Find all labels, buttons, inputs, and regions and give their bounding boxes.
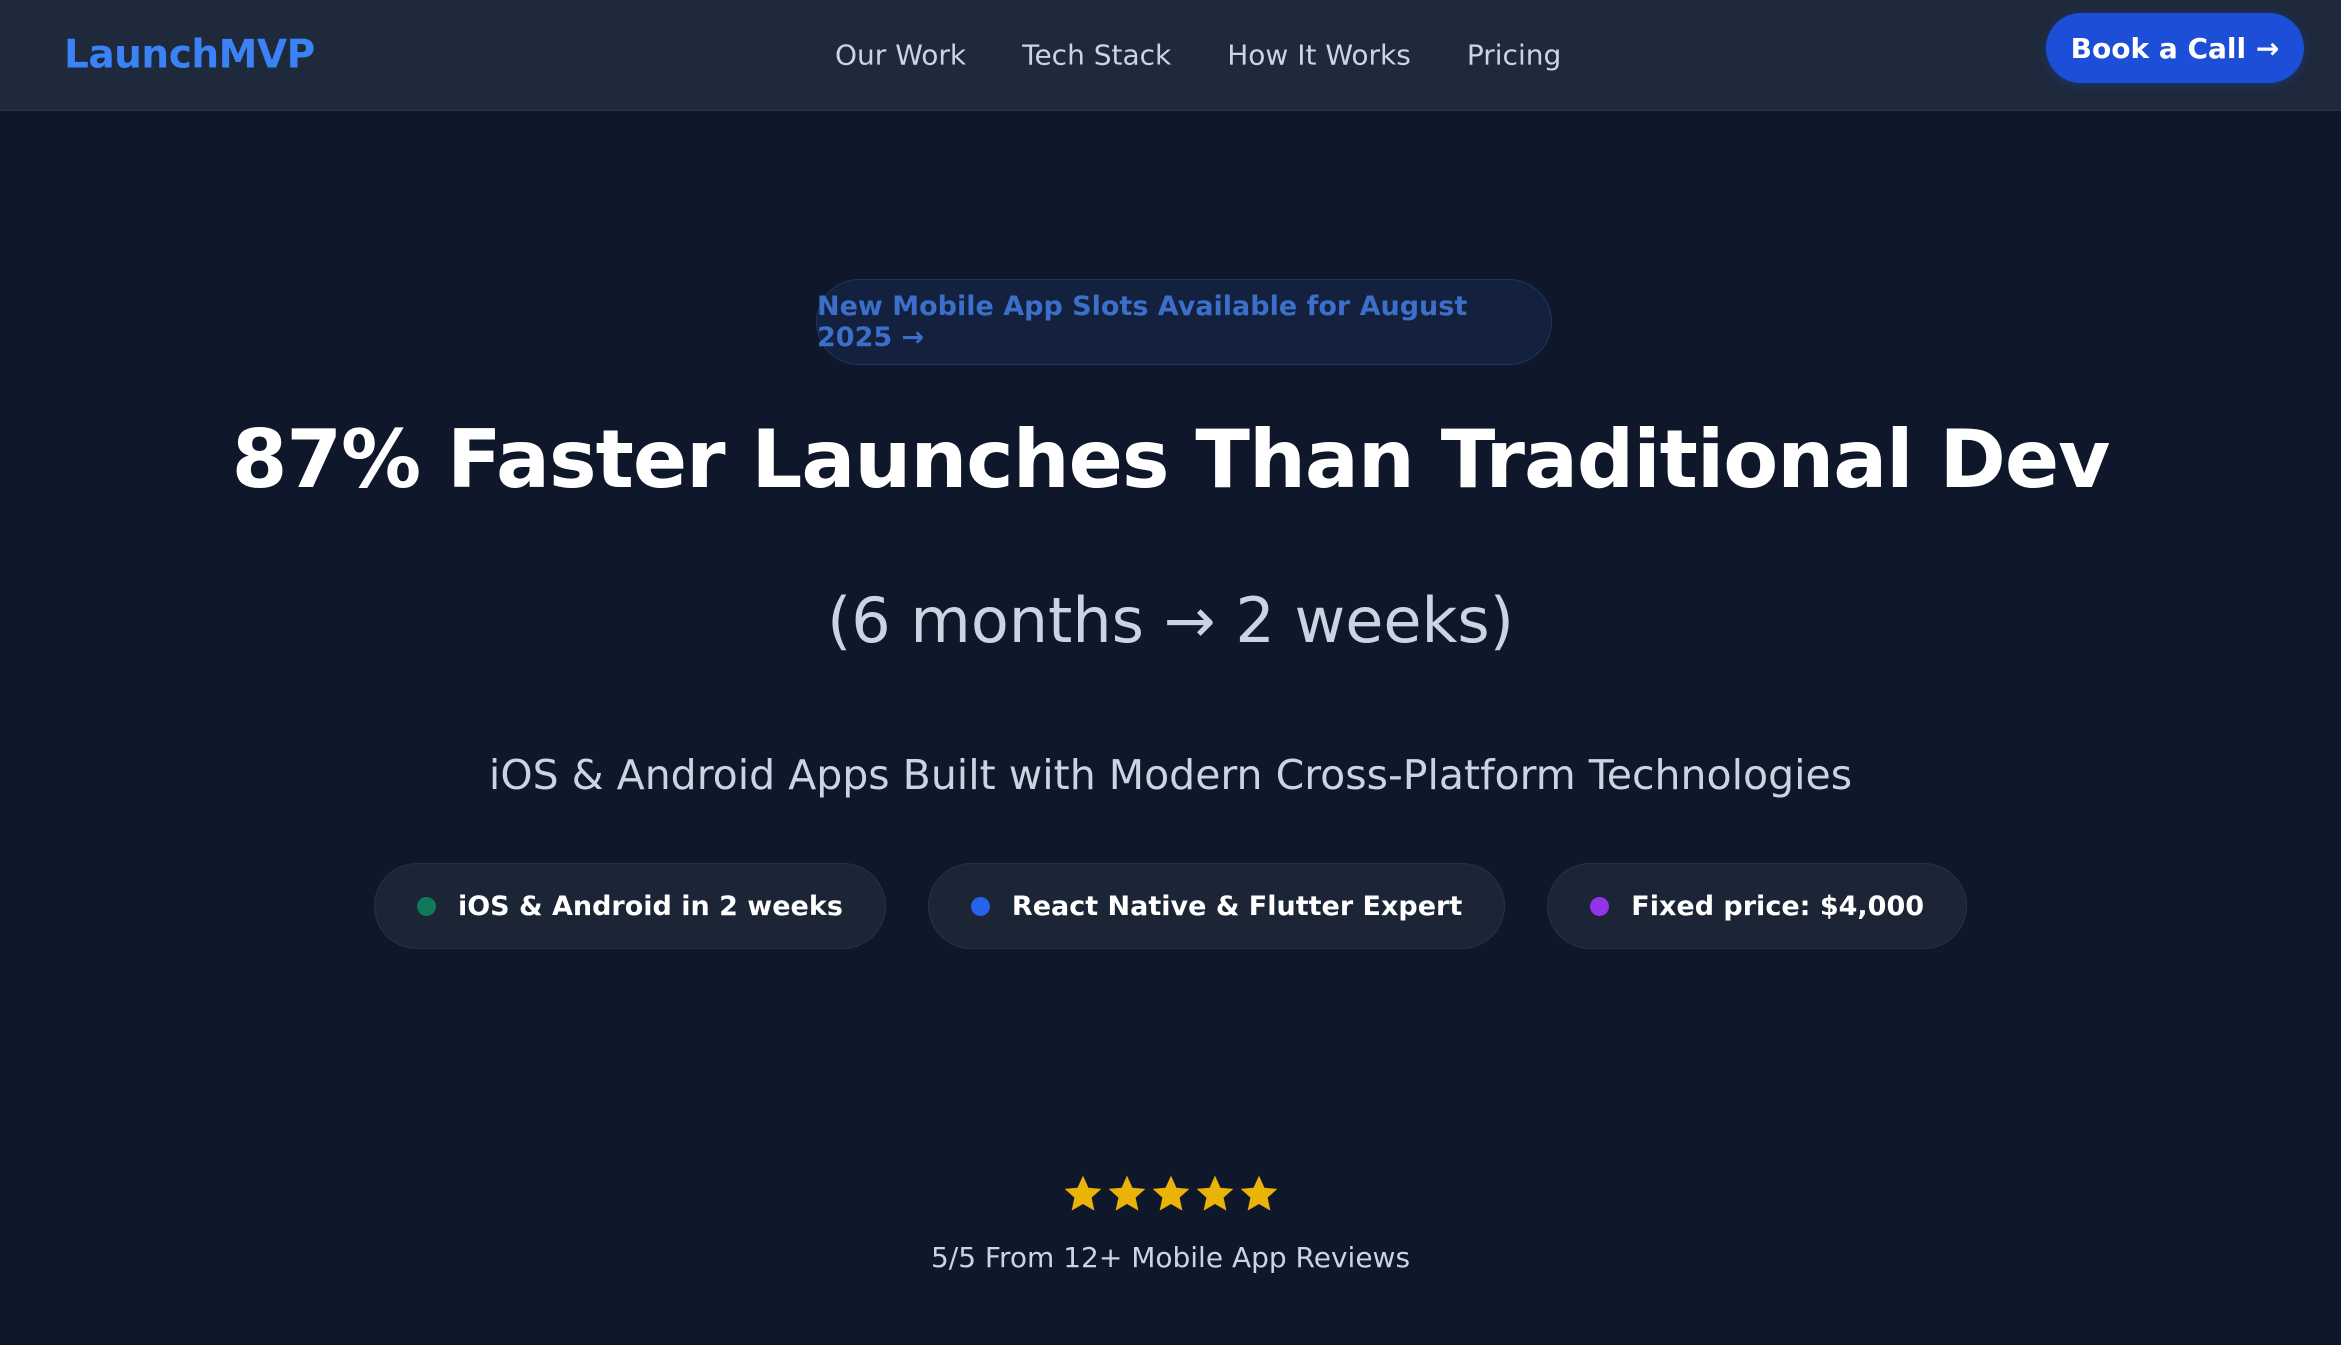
blue-dot-icon — [970, 896, 990, 916]
rating-text: 5/5 From 12+ Mobile App Reviews — [930, 1241, 1411, 1274]
feature-pill-timeline: iOS & Android in 2 weeks — [373, 863, 886, 949]
feature-pill-expertise: React Native & Flutter Expert — [927, 863, 1506, 949]
feature-pills: iOS & Android in 2 weeks React Native & … — [0, 863, 2341, 949]
feature-pill-label: iOS & Android in 2 weeks — [457, 890, 843, 922]
book-a-call-button[interactable]: Book a Call → — [2046, 13, 2304, 83]
logo[interactable]: LaunchMVP — [64, 33, 315, 78]
nav-link-tech-stack[interactable]: Tech Stack — [1022, 39, 1171, 72]
feature-pill-price: Fixed price: $4,000 — [1547, 863, 1968, 949]
nav-link-pricing[interactable]: Pricing — [1467, 39, 1561, 72]
announcement-badge[interactable]: New Mobile App Slots Available for Augus… — [816, 279, 1552, 365]
star-rating — [0, 1173, 2341, 1215]
hero-headline: 87% Faster Launches Than Traditional Dev — [231, 413, 2111, 506]
hero-section: New Mobile App Slots Available for Augus… — [0, 111, 2341, 1345]
feature-pill-label: Fixed price: $4,000 — [1631, 890, 1925, 922]
green-dot-icon — [416, 896, 436, 916]
navbar: LaunchMVP Our Work Tech Stack How It Wor… — [0, 0, 2341, 111]
feature-pill-label: React Native & Flutter Expert — [1011, 890, 1463, 922]
star-icon — [1108, 1175, 1145, 1211]
star-icon — [1064, 1175, 1101, 1211]
hero-tagline: iOS & Android Apps Built with Modern Cro… — [488, 751, 1853, 799]
nav-link-how-it-works[interactable]: How It Works — [1227, 39, 1411, 72]
star-icon — [1152, 1175, 1189, 1211]
nav-links: Our Work Tech Stack How It Works Pricing — [835, 39, 1561, 72]
nav-link-our-work[interactable]: Our Work — [835, 39, 966, 72]
star-icon — [1196, 1175, 1233, 1211]
hero-subheadline: (6 months → 2 weeks) — [827, 584, 1514, 657]
star-icon — [1240, 1175, 1277, 1211]
purple-dot-icon — [1590, 896, 1610, 916]
